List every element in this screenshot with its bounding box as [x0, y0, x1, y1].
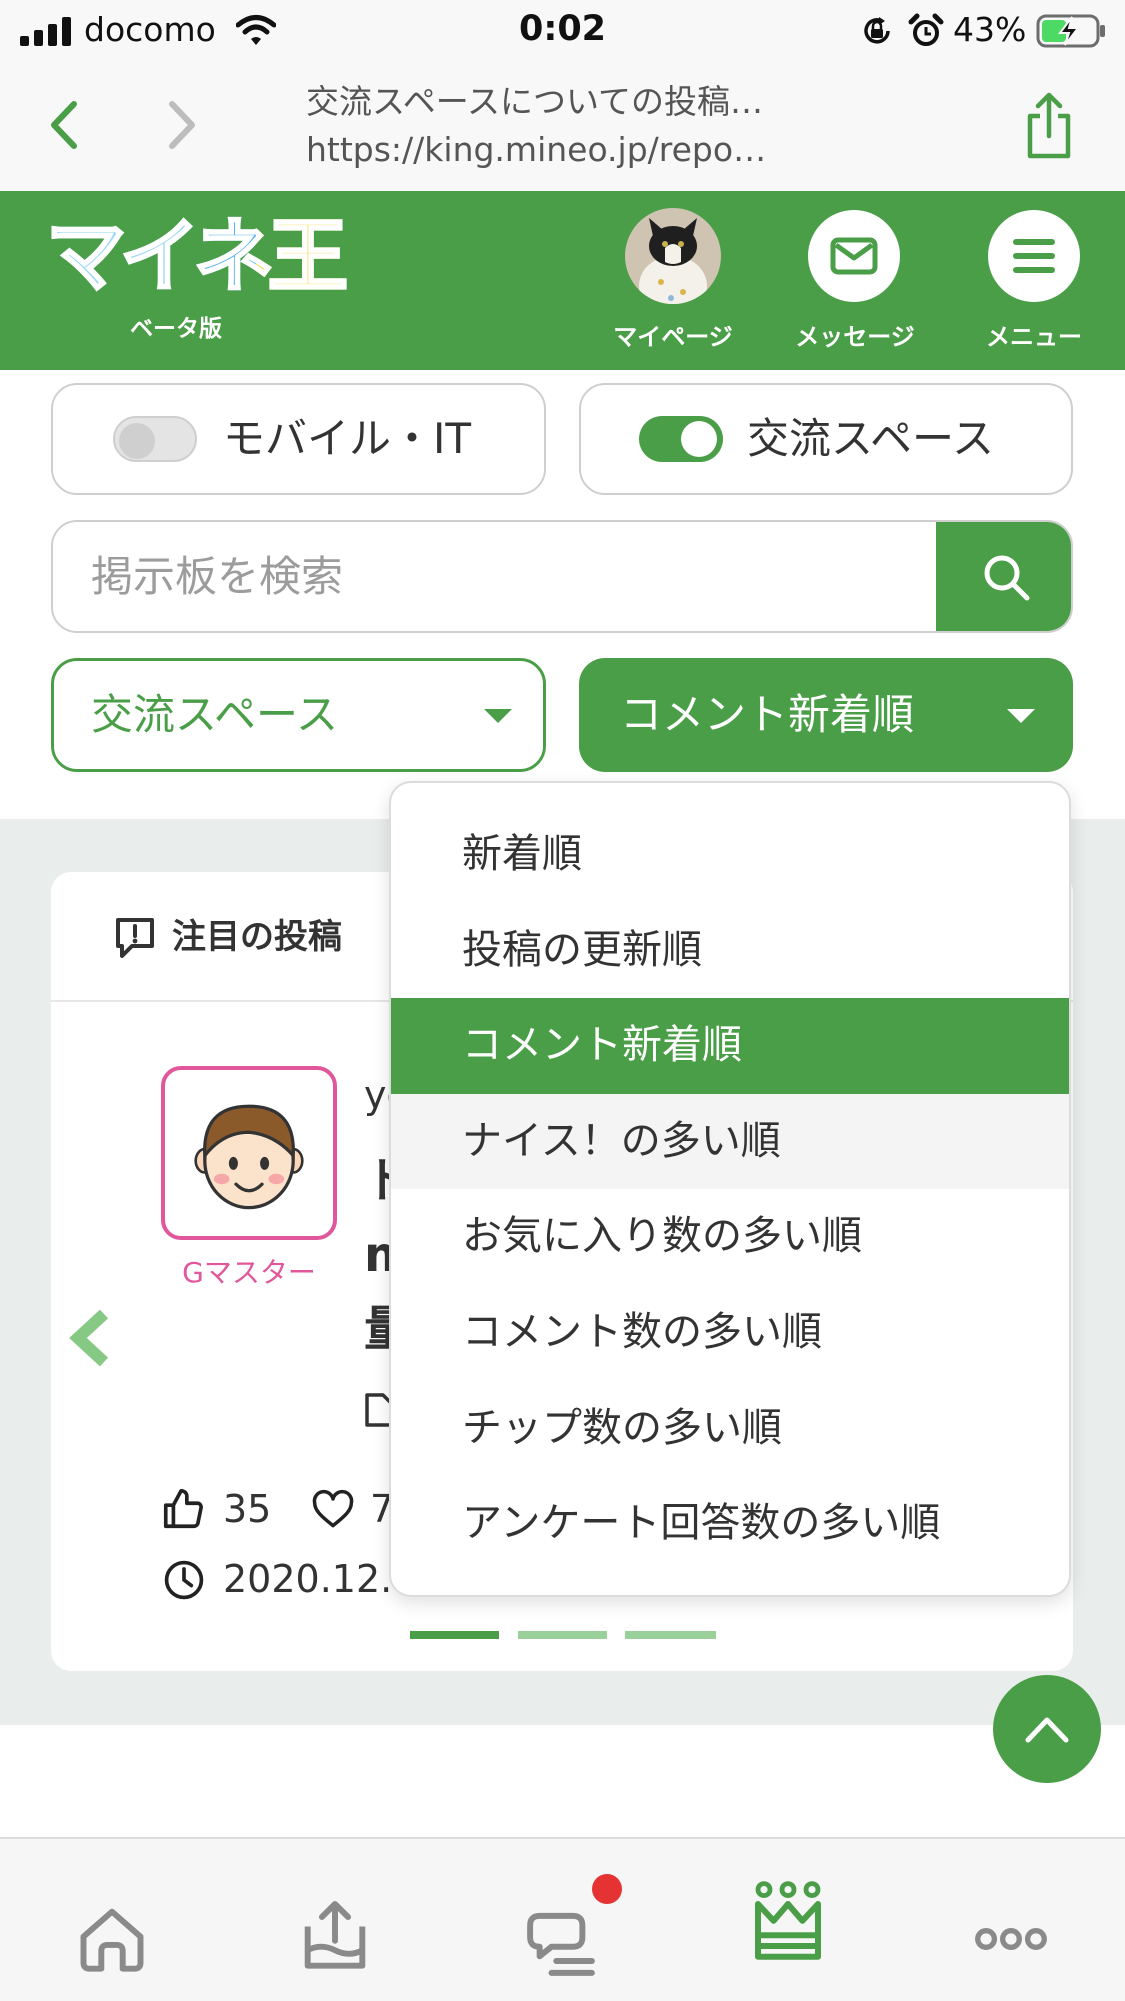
author-rank: Gマスター	[182, 1256, 316, 1289]
toggle-mobile-it[interactable]: モバイル・IT	[51, 383, 546, 495]
post-date: 2020.12.0	[223, 1557, 417, 1601]
rotation-lock-icon	[864, 17, 890, 44]
category-select-value: 交流スペース	[91, 690, 338, 739]
browser-forward-icon[interactable]	[162, 100, 202, 150]
boy-avatar-image	[194, 1104, 304, 1210]
battery-percentage: 43%	[953, 10, 1027, 49]
user-avatar[interactable]	[625, 208, 721, 304]
share-icon[interactable]	[1024, 92, 1074, 160]
carousel-indicator-active[interactable]	[410, 1631, 499, 1639]
home-icon[interactable]	[74, 1901, 150, 1977]
crown-icon[interactable]	[749, 1880, 827, 1964]
sort-option-post-updated[interactable]: 投稿の更新順	[391, 903, 1069, 999]
thumbs-up-icon[interactable]	[160, 1486, 206, 1532]
battery-charging-icon	[1036, 14, 1105, 48]
message-button[interactable]	[808, 210, 900, 302]
alarm-icon	[908, 13, 944, 46]
page-url[interactable]: https://king.mineo.jp/repo…	[306, 130, 766, 170]
search-button[interactable]	[936, 522, 1071, 631]
sort-option-newest[interactable]: 新着順	[391, 807, 1069, 903]
scroll-to-top-button[interactable]	[993, 1675, 1101, 1783]
browser-back-icon[interactable]	[44, 100, 84, 150]
sort-option-most-survey-answers[interactable]: アンケート回答数の多い順	[391, 1476, 1069, 1572]
mobile-it-label: モバイル・IT	[223, 414, 472, 463]
sort-option-most-comments[interactable]: コメント数の多い順	[391, 1285, 1069, 1381]
mypage-label[interactable]: マイページ	[598, 322, 748, 352]
search-input[interactable]	[53, 522, 933, 631]
notification-dot	[592, 1874, 622, 1904]
heart-icon[interactable]	[310, 1488, 356, 1532]
search-icon	[984, 555, 1029, 600]
nice-count: 35	[223, 1487, 272, 1531]
envelope-icon	[830, 237, 878, 275]
board-chat-icon[interactable]	[523, 1904, 599, 1980]
chevron-down-icon	[1007, 709, 1035, 723]
post-upload-icon[interactable]	[297, 1898, 373, 1974]
featured-heading[interactable]: 注目の投稿	[172, 913, 342, 961]
carousel-indicator[interactable]	[518, 1631, 607, 1639]
sort-option-comment-newest[interactable]: コメント新着順	[391, 998, 1069, 1094]
beta-badge: ベータ版	[130, 316, 222, 342]
author-avatar[interactable]	[161, 1066, 337, 1240]
category-select[interactable]: 交流スペース	[51, 658, 546, 772]
mobile-it-switch[interactable]	[113, 416, 197, 462]
sort-option-most-tips[interactable]: チップ数の多い順	[391, 1381, 1069, 1477]
chevron-up-icon	[1025, 1717, 1069, 1743]
menu-label[interactable]: メニュー	[959, 322, 1109, 352]
exchange-space-label: 交流スペース	[747, 414, 994, 463]
sort-select[interactable]: コメント新着順	[579, 658, 1073, 772]
site-logo[interactable]: マイネ王	[45, 210, 350, 303]
hamburger-icon	[1013, 239, 1055, 273]
board-search	[51, 520, 1073, 633]
carousel-indicator[interactable]	[625, 1631, 716, 1639]
exchange-space-switch[interactable]	[639, 416, 723, 462]
sort-dropdown-menu: 新着順 投稿の更新順 コメント新着順 ナイス！の多い順 お気に入り数の多い順 コ…	[389, 781, 1071, 1597]
attention-bubble-icon	[116, 918, 154, 958]
message-label[interactable]: メッセージ	[780, 322, 930, 352]
chevron-down-icon	[484, 709, 512, 723]
carousel-prev-icon[interactable]	[66, 1308, 114, 1368]
sort-option-most-nice[interactable]: ナイス！の多い順	[391, 1093, 1069, 1190]
cat-avatar-image	[625, 208, 721, 304]
page-title[interactable]: 交流スペースについての投稿…	[306, 82, 763, 122]
sort-option-most-favorites[interactable]: お気に入り数の多い順	[391, 1189, 1069, 1285]
menu-button[interactable]	[988, 210, 1080, 302]
more-icon[interactable]	[973, 1901, 1049, 1977]
sort-select-value: コメント新着順	[620, 690, 915, 739]
toggle-exchange-space[interactable]: 交流スペース	[579, 383, 1073, 495]
switch-knob	[681, 421, 717, 457]
clock-icon	[164, 1560, 204, 1600]
switch-knob	[119, 423, 155, 459]
